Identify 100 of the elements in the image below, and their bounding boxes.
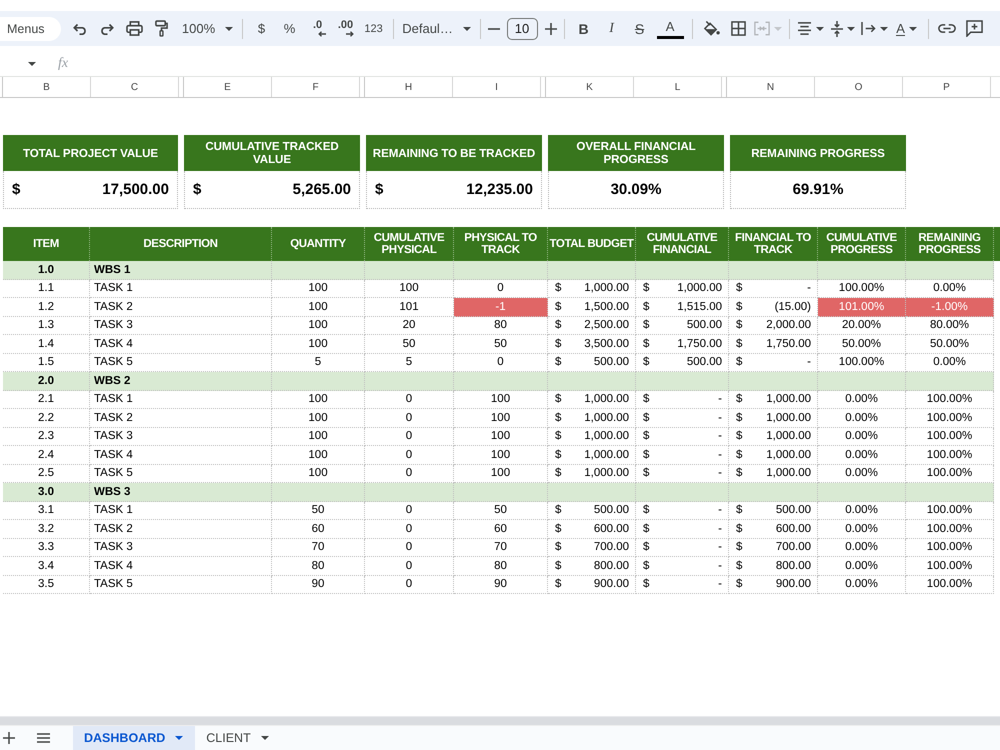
sheet-tab[interactable]: DASHBOARD	[73, 726, 196, 750]
sheet-tab[interactable]: CLIENT	[195, 726, 281, 750]
caret-icon[interactable]	[880, 26, 888, 30]
font-dropdown[interactable]: Defaul…	[398, 16, 475, 42]
bold-button[interactable]: B	[570, 16, 598, 42]
plus-icon[interactable]	[544, 22, 557, 34]
column-letter[interactable]: B	[3, 77, 91, 97]
amount-value: 1,000.00	[584, 448, 629, 461]
increase-decimal-button[interactable]: .00	[332, 16, 360, 42]
borders-icon[interactable]	[730, 21, 746, 36]
horizontal-scrollbar[interactable]	[0, 716, 1000, 725]
currency-symbol: $	[736, 578, 742, 590]
currency-symbol: $	[375, 181, 384, 198]
amount-value: 800.00	[776, 560, 811, 572]
undo-icon[interactable]	[72, 22, 88, 34]
column-letter[interactable]: C	[91, 77, 179, 97]
amount-value: 1,000.00	[766, 412, 811, 424]
column-letter[interactable]: E	[184, 77, 272, 97]
table-cell: 20.00%	[818, 316, 906, 335]
column-letter[interactable]: H	[365, 77, 453, 97]
caret-icon[interactable]	[846, 26, 855, 30]
plus-icon[interactable]	[3, 732, 15, 744]
minus-icon[interactable]	[488, 28, 500, 30]
column-letter[interactable]: L	[634, 77, 722, 97]
table-cell: 0	[365, 576, 454, 594]
currency-symbol: $	[555, 560, 562, 572]
column-letter[interactable]: O	[815, 77, 903, 97]
paint-bucket-icon[interactable]	[702, 20, 720, 36]
table-cell: TASK 4	[90, 335, 272, 354]
currency-symbol: $	[643, 522, 650, 535]
table-cell: 50	[454, 335, 548, 354]
currency-symbol: $	[555, 393, 562, 406]
caret-icon[interactable]	[28, 62, 36, 66]
print-icon[interactable]	[126, 21, 143, 36]
amount-value: 500.00	[686, 319, 722, 332]
currency-symbol: $	[555, 282, 562, 294]
caret-icon[interactable]	[225, 26, 234, 30]
decrease-decimal-button[interactable]: .0	[304, 16, 332, 42]
currency-symbol: $	[643, 541, 650, 554]
zoom-dropdown[interactable]: 100%	[178, 16, 237, 42]
table-cell: 0	[365, 520, 454, 538]
currency-symbol: $	[643, 430, 650, 442]
amount-value: 700.00	[594, 541, 629, 554]
table-cell: TASK 1	[90, 280, 272, 298]
caret-icon[interactable]	[462, 26, 471, 30]
table-cell: 0.00%	[818, 538, 906, 557]
font-size-field[interactable]: 10	[506, 18, 538, 40]
table-cell: 1.1	[3, 280, 90, 298]
currency-symbol: $	[736, 282, 742, 294]
text-color-button[interactable]: A	[656, 18, 684, 38]
table-cell: 60	[454, 520, 548, 538]
currency-symbol: $	[643, 560, 650, 572]
currency-symbol: $	[736, 300, 742, 313]
caret-icon[interactable]	[908, 26, 917, 30]
column-letter[interactable]: K	[546, 77, 634, 97]
amount-value: 1,515.00	[677, 300, 722, 313]
italic-button[interactable]: I	[598, 16, 626, 42]
strikethrough-button[interactable]: S	[626, 16, 654, 42]
text-rotation-button[interactable]: A	[890, 16, 923, 42]
table-cell: 100	[272, 316, 365, 335]
number-format-button[interactable]: 123	[360, 16, 388, 42]
paint-roller-icon[interactable]	[154, 20, 168, 37]
table-cell: 70	[454, 538, 548, 557]
align-center-icon[interactable]	[797, 22, 812, 35]
amount-value: 1,000.00	[584, 412, 629, 424]
table-cell: TASK 2	[90, 520, 272, 538]
percent-format-button[interactable]: %	[276, 16, 304, 42]
menus-button[interactable]: Menus	[0, 16, 61, 40]
currency-format-button[interactable]: $	[248, 16, 276, 42]
amount-value: 3,500.00	[584, 338, 629, 350]
table-cell: TASK 2	[90, 298, 272, 316]
caret-icon[interactable]	[175, 736, 184, 740]
table-cell: 100.00%	[906, 390, 994, 409]
redo-icon[interactable]	[99, 22, 116, 34]
column-letter[interactable]: N	[727, 77, 815, 97]
table-cell: TASK 3	[90, 538, 272, 557]
table-cell: 1.4	[3, 335, 90, 354]
amount-value: 600.00	[776, 522, 811, 535]
add-comment-icon[interactable]	[966, 20, 983, 37]
table-cell: 100	[454, 428, 548, 446]
amount-value: -	[718, 541, 722, 554]
currency-symbol: $	[555, 578, 562, 590]
column-letter[interactable]: I	[453, 77, 541, 97]
column-letter[interactable]: P	[903, 77, 991, 97]
table-cell: -1.00%	[906, 298, 994, 316]
amount-value: -	[718, 430, 722, 442]
table-cell: -1	[454, 298, 548, 316]
currency-symbol: $	[736, 522, 742, 535]
column-letter[interactable]: F	[272, 77, 360, 97]
link-icon[interactable]	[938, 24, 956, 33]
function-label: fx	[58, 56, 68, 72]
menu-icon[interactable]	[37, 733, 50, 743]
caret-icon[interactable]	[260, 736, 269, 740]
amount-value: -	[807, 282, 811, 294]
text-wrap-icon[interactable]	[861, 22, 876, 35]
table-cell: 0	[365, 390, 454, 409]
table-cell: TASK 2	[90, 409, 272, 428]
currency-symbol: $	[555, 430, 562, 442]
caret-icon[interactable]	[816, 26, 824, 30]
vertical-align-icon[interactable]	[830, 20, 843, 36]
